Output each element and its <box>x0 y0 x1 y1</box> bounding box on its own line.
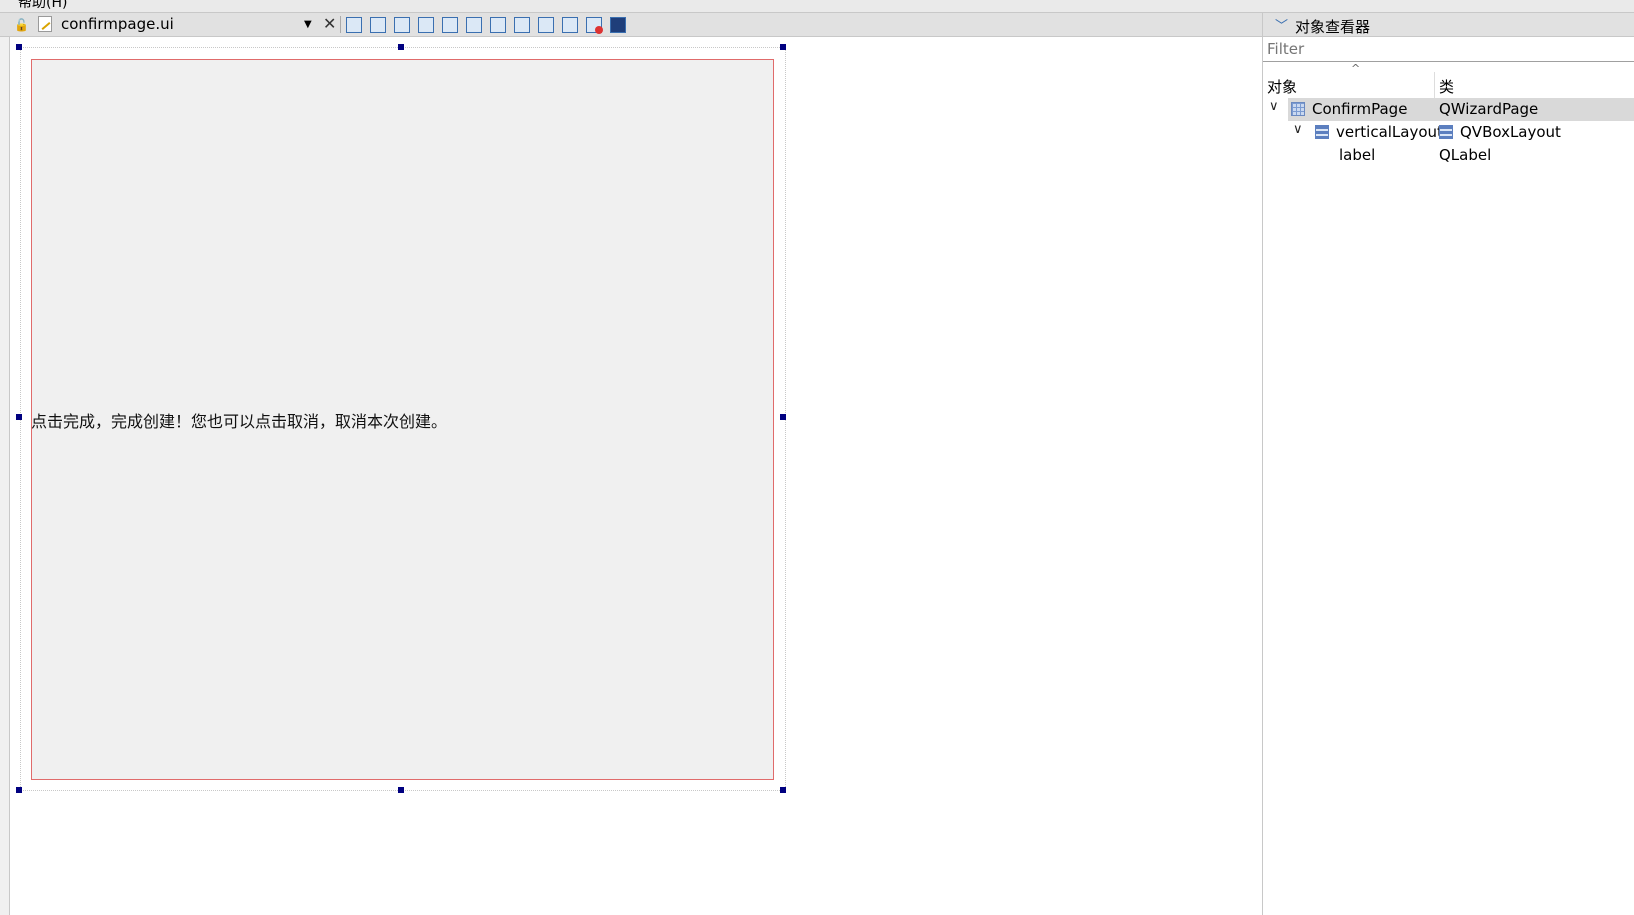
menubar: 帮助(H) <box>0 0 1634 12</box>
object-class: QVBoxLayout <box>1460 123 1561 141</box>
chevron-down-icon[interactable]: ﹀ <box>1275 15 1288 34</box>
wizard-page-icon <box>1291 102 1305 116</box>
resize-handle-bottom-left[interactable] <box>16 787 22 793</box>
tree-header: 对象 类 <box>1263 72 1634 98</box>
document-toolbar: 🔓 confirmpage.ui ▼ ✕ <box>0 12 1262 37</box>
resize-handle-top[interactable] <box>398 44 404 50</box>
column-header-object[interactable]: 对象 <box>1267 76 1297 97</box>
tree-row-label[interactable]: label QLabel <box>1263 144 1634 167</box>
object-class: QLabel <box>1439 146 1492 164</box>
canvas-left-border <box>9 37 10 915</box>
layout-form-icon[interactable] <box>538 17 554 33</box>
column-header-class[interactable]: 类 <box>1439 76 1454 97</box>
object-name: ConfirmPage <box>1312 100 1408 118</box>
edit-tab-order-icon[interactable] <box>418 17 434 33</box>
lock-icon: 🔓 <box>14 18 29 32</box>
filter-field[interactable] <box>1263 38 1634 62</box>
tree-row-verticallayout[interactable]: ∨ verticalLayout QVBoxLayout <box>1263 121 1634 144</box>
chevron-down-icon[interactable]: ∨ <box>1293 122 1303 137</box>
vbox-layout-icon <box>1439 125 1453 139</box>
layout-vertical-icon[interactable] <box>466 17 482 33</box>
object-inspector: ﹀ 对象查看器 ^ 对象 类 ∨ ConfirmPage QWizardPage… <box>1262 12 1634 915</box>
menu-help[interactable]: 帮助(H) <box>18 0 67 12</box>
adjust-size-icon[interactable] <box>610 17 626 33</box>
file-edit-icon <box>38 16 52 32</box>
resize-handle-top-right[interactable] <box>780 44 786 50</box>
column-divider[interactable] <box>1434 72 1435 98</box>
layout-horizontal-icon[interactable] <box>442 17 458 33</box>
dropdown-arrow-icon[interactable]: ▼ <box>304 19 312 30</box>
file-name-selector[interactable]: confirmpage.ui <box>61 15 174 33</box>
layout-grid-icon[interactable] <box>562 17 578 33</box>
confirm-label[interactable]: 点击完成，完成创建！您也可以点击取消，取消本次创建。 <box>31 408 447 432</box>
object-name: verticalLayout <box>1336 123 1443 141</box>
object-name: label <box>1339 146 1376 164</box>
edit-buddies-icon[interactable] <box>394 17 410 33</box>
layout-vertical-splitter-icon[interactable] <box>514 17 530 33</box>
resize-handle-right[interactable] <box>780 414 786 420</box>
filter-input[interactable] <box>1263 38 1623 60</box>
tree-row-confirmpage[interactable]: ∨ ConfirmPage QWizardPage <box>1263 98 1634 121</box>
resize-handle-bottom-right[interactable] <box>780 787 786 793</box>
resize-handle-bottom[interactable] <box>398 787 404 793</box>
toolbar-separator <box>340 16 341 33</box>
resize-handle-top-left[interactable] <box>16 44 22 50</box>
object-class: QWizardPage <box>1439 100 1539 118</box>
chevron-down-icon[interactable]: ∨ <box>1269 99 1279 114</box>
break-layout-icon[interactable] <box>586 17 603 34</box>
inspector-header[interactable]: ﹀ 对象查看器 <box>1263 12 1634 37</box>
edit-widgets-icon[interactable] <box>346 17 362 33</box>
layout-horizontal-splitter-icon[interactable] <box>490 17 506 33</box>
close-icon[interactable]: ✕ <box>323 14 336 33</box>
inspector-title: 对象查看器 <box>1295 18 1371 36</box>
resize-handle-left[interactable] <box>16 414 22 420</box>
edit-signals-icon[interactable] <box>370 17 386 33</box>
vbox-layout-icon <box>1315 125 1329 139</box>
